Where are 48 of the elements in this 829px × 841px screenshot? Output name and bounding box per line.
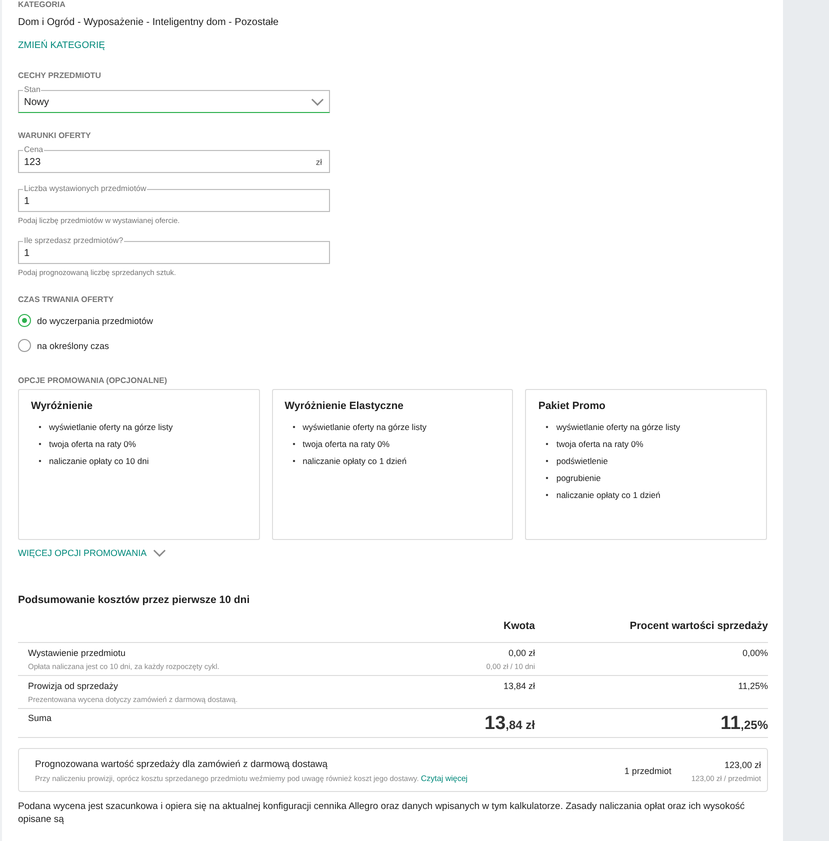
summary-title: Podsumowanie kosztów przez pierwsze 10 dni	[18, 594, 251, 606]
radio-button[interactable]	[18, 339, 31, 352]
feature-text: wyświetlanie oferty na górze listy	[556, 422, 680, 432]
quantity-text: 1 przedmiot	[624, 766, 672, 776]
section-label: CZAS TRWANIA OFERTY	[18, 295, 115, 304]
feature-text: naliczanie opłaty co 1 dzień	[556, 490, 660, 500]
promotion-card[interactable]: Wyróżnienie wyświetlanie oferty na górze listy twoja oferta na raty 0% naliczanie opłaty co 10 dni	[18, 389, 260, 540]
radio-label[interactable]: do wyczerpania przedmiotów	[37, 316, 154, 326]
card-title: Wyróżnienie	[31, 400, 94, 412]
chevron-down-icon	[152, 549, 166, 557]
feature-text: wyświetlanie oferty na górze listy	[302, 422, 426, 432]
section-label: OPCJE PROMOWANIA (OPCJONALNE)	[18, 376, 168, 385]
feature-text: twoja oferta na raty 0%	[556, 439, 644, 449]
total-amount: 13,84 zł	[484, 713, 535, 735]
row-name: Wystawienie przedmiotu	[28, 648, 126, 658]
feature-text: twoja oferta na raty 0%	[302, 439, 390, 449]
chevron-down-icon	[311, 98, 324, 106]
row-name: Prowizja od sprzedaży	[28, 681, 120, 691]
card-title: Wyróżnienie Elastyczne	[284, 400, 405, 412]
section-label: KATEGORIA	[18, 0, 66, 9]
forecast-value: 123,00 zł	[723, 760, 761, 770]
feature-text: naliczanie opłaty co 10 dni	[49, 456, 149, 466]
percent-value: 11,25%	[737, 681, 768, 691]
feature-text: naliczanie opłaty co 1 dzień	[302, 456, 407, 466]
total-percent: 11,25%	[720, 713, 768, 735]
amount-value: 13,84 zł	[502, 681, 535, 691]
card-title: Pakiet Promo	[538, 400, 606, 412]
change-category-link[interactable]: ZMIEŃ KATEGORIĘ	[18, 40, 105, 51]
radio-button[interactable]	[18, 314, 31, 327]
promotion-card[interactable]: Pakiet Promo wyświetlanie oferty na górze listy twoja oferta na raty 0% podświetlenie pogrubienie naliczanie opłaty co 1 dzień	[525, 389, 768, 540]
category-path: Dom i Ogród - Wyposażenie - Inteligentny dom - Pozostałe	[18, 17, 280, 28]
disclaimer-text: Podana wycena jest szacunkowa i opiera się na aktualnej konfiguracji cennika Allegro oraz danych wpisanych w tym kalkulatorze. Zasady naliczania opłat oraz ich wysokość opisane są	[18, 800, 746, 826]
column-header: Procent wartości sprzedaży	[628, 620, 768, 634]
section-label: WARUNKI OFERTY	[18, 131, 92, 140]
row-name: Suma	[27, 713, 53, 723]
feature-text: pogrubienie	[556, 473, 601, 483]
radio-label[interactable]: na określony czas	[37, 340, 110, 350]
feature-text: podświetlenie	[556, 456, 608, 466]
promotion-card[interactable]: Wyróżnienie Elastyczne wyświetlanie oferty na górze listy twoja oferta na raty 0% naliczanie opłaty co 1 dzień	[272, 389, 514, 540]
section-label: CECHY PRZEDMIOTU	[18, 71, 102, 80]
amount-value: 0,00 zł	[507, 648, 535, 658]
column-header: Kwota	[502, 620, 535, 634]
more-options-link[interactable]: WIĘCEJ OPCJI PROMOWANIA	[18, 548, 147, 558]
forecast-title: Prognozowana wartość sprzedaży dla zamówień z darmową dostawą	[35, 759, 329, 770]
percent-value: 0,00%	[741, 648, 768, 658]
feature-text: wyświetlanie oferty na górze listy	[49, 422, 173, 432]
read-more-link[interactable]: Czytaj więcej	[420, 774, 468, 783]
feature-text: twoja oferta na raty 0%	[49, 439, 136, 449]
